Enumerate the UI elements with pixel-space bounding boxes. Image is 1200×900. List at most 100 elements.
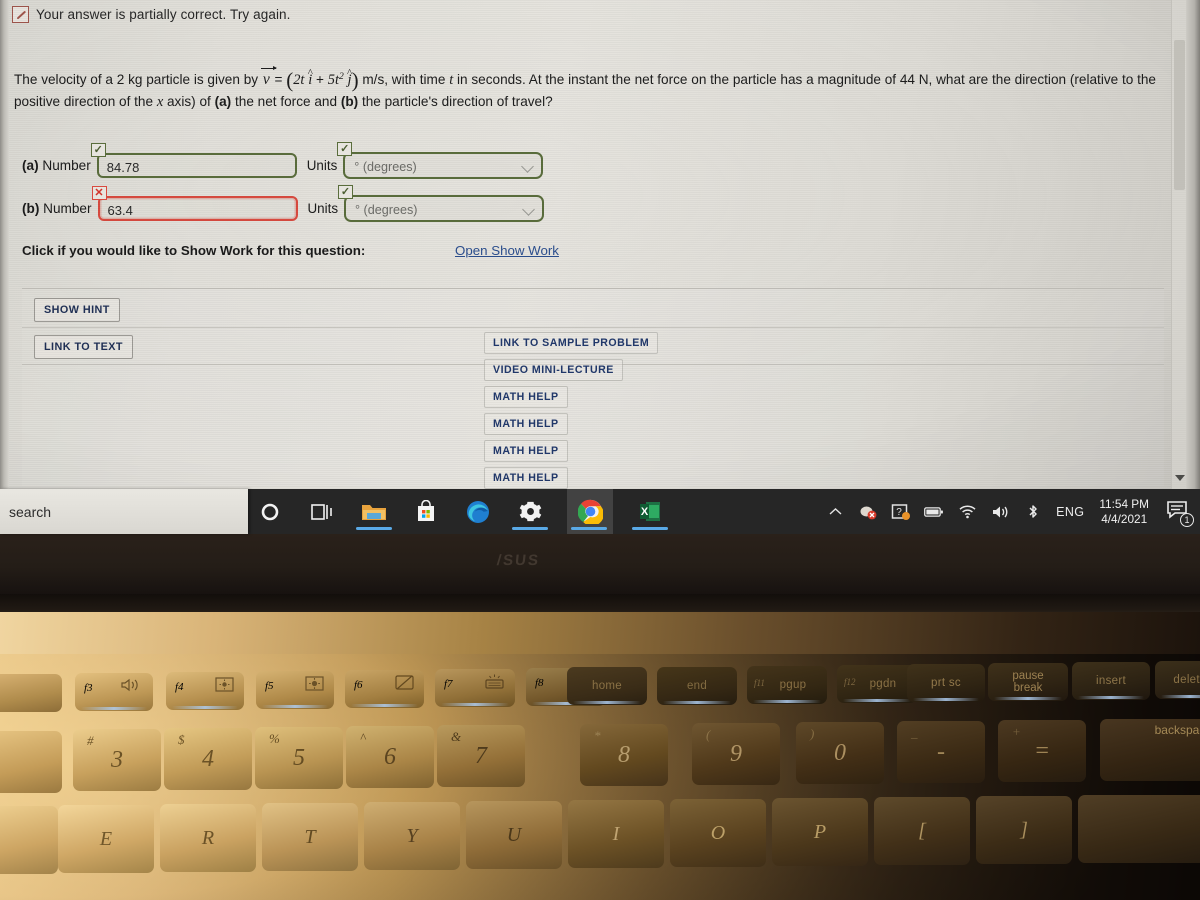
- key-8[interactable]: * 8: [580, 724, 668, 786]
- key-pause-break[interactable]: pause break: [988, 663, 1068, 701]
- math-help-button-2[interactable]: MATH HELP: [484, 413, 568, 435]
- key-pgup[interactable]: f11 pgup: [747, 666, 827, 704]
- answer-b-status-badge: ✕: [91, 186, 107, 200]
- key-end[interactable]: end: [657, 667, 737, 705]
- key-f7[interactable]: f7: [435, 669, 515, 707]
- math-help-button-1[interactable]: MATH HELP: [484, 386, 568, 408]
- key-f8-label: f8: [535, 677, 544, 689]
- key-9-symbol: (: [706, 727, 711, 742]
- key-bracket-right[interactable]: ]: [976, 796, 1072, 864]
- key-t-label: T: [304, 825, 316, 848]
- key-f4[interactable]: f4: [166, 672, 244, 710]
- microsoft-edge-icon[interactable]: [463, 489, 493, 534]
- key-backslash[interactable]: [1078, 795, 1200, 863]
- key-r[interactable]: R: [160, 804, 256, 872]
- google-chrome-icon[interactable]: [567, 489, 613, 534]
- language-indicator[interactable]: ENG: [1056, 505, 1084, 519]
- brightness-down-icon: [215, 677, 234, 695]
- answer-a-field-wrap: ✓ 84.78: [90, 143, 297, 178]
- microsoft-store-icon[interactable]: [411, 489, 441, 534]
- notification-center-icon[interactable]: 1: [1166, 499, 1194, 527]
- key-7[interactable]: & 7: [437, 725, 525, 787]
- key-pgdn[interactable]: f12 pgdn: [837, 665, 917, 703]
- file-explorer-icon[interactable]: [356, 489, 392, 534]
- key-0[interactable]: ) 0: [796, 722, 884, 784]
- key-f6-label: f6: [354, 679, 363, 691]
- taskbar-search-input[interactable]: search: [0, 489, 248, 534]
- key-6[interactable]: ^ 6: [346, 726, 434, 788]
- problem-text-b: m/s, with time: [358, 72, 450, 87]
- task-view-icon[interactable]: [307, 489, 337, 534]
- security-icon[interactable]: [858, 502, 878, 522]
- problem-part-a-label: (a): [214, 94, 232, 109]
- key-4[interactable]: $ 4: [164, 728, 252, 790]
- key-3-label: 3: [111, 746, 123, 773]
- key-5[interactable]: % 5: [255, 727, 343, 789]
- show-hint-button[interactable]: SHOW HINT: [34, 298, 120, 322]
- chevron-up-icon[interactable]: [825, 502, 845, 522]
- key-f6[interactable]: f6: [345, 670, 424, 708]
- velocity-vector-symbol: v: [262, 71, 270, 88]
- key-minus-label: -: [937, 738, 945, 765]
- key-9[interactable]: ( 9: [692, 723, 780, 785]
- key-r-label: R: [201, 826, 215, 849]
- key-backlight-glow: [913, 698, 979, 701]
- wifi-icon[interactable]: [957, 502, 977, 522]
- key-bracket-left-label: [: [918, 819, 926, 842]
- key-f3[interactable]: f3: [75, 673, 153, 711]
- microsoft-excel-icon[interactable]: X: [632, 489, 668, 534]
- expr-close-paren: ): [351, 68, 359, 92]
- key-print-screen[interactable]: prt sc: [907, 664, 985, 702]
- link-to-text-button[interactable]: LINK TO TEXT: [34, 335, 133, 359]
- page-scrollbar[interactable]: [1171, 0, 1186, 489]
- key-f2[interactable]: [0, 674, 62, 712]
- key-y-label: Y: [406, 824, 418, 847]
- clock-date: 4/4/2021: [1101, 511, 1148, 526]
- key-delete[interactable]: delete: [1155, 661, 1200, 699]
- key-i[interactable]: I: [568, 800, 664, 868]
- bluetooth-icon[interactable]: [1023, 502, 1043, 522]
- key-minus[interactable]: _ -: [897, 721, 985, 783]
- taskbar-clock[interactable]: 11:54 PM 4/4/2021: [1099, 497, 1149, 527]
- key-3[interactable]: # 3: [73, 729, 161, 791]
- answer-row-b: (b) Number ✕ 63.4 Units ✓ ° (degrees): [22, 185, 545, 222]
- volume-icon[interactable]: [990, 502, 1010, 522]
- key-equals[interactable]: + =: [998, 720, 1086, 782]
- key-f5-label: f5: [265, 680, 274, 692]
- key-insert[interactable]: insert: [1072, 662, 1150, 700]
- problem-text-d: axis) of: [163, 94, 215, 109]
- key-p[interactable]: P: [772, 798, 868, 866]
- answer-b-units-select[interactable]: ° (degrees): [344, 195, 545, 222]
- answer-a-word: Number: [42, 158, 91, 173]
- answer-b-number-input[interactable]: 63.4: [97, 196, 298, 221]
- key-f5[interactable]: f5: [256, 671, 334, 709]
- scroll-down-arrow-icon[interactable]: [1175, 475, 1185, 481]
- taskbar-active-indicator: [356, 527, 392, 530]
- scrollbar-thumb[interactable]: [1174, 40, 1185, 190]
- problem-equals: =: [274, 72, 283, 87]
- key-e[interactable]: E: [58, 805, 154, 873]
- screen-left-edge: [0, 0, 9, 489]
- video-mini-lecture-button[interactable]: VIDEO MINI-LECTURE: [484, 359, 623, 381]
- unit-vector-i: i: [308, 72, 312, 88]
- link-to-sample-problem-button[interactable]: LINK TO SAMPLE PROBLEM: [484, 332, 659, 354]
- key-f7-label: f7: [444, 678, 453, 690]
- key-backspace[interactable]: backspace: [1100, 719, 1200, 781]
- key-t[interactable]: T: [262, 803, 358, 871]
- math-help-button-3[interactable]: MATH HELP: [484, 440, 568, 462]
- key-w[interactable]: [0, 806, 58, 874]
- settings-gear-icon[interactable]: [512, 489, 548, 534]
- key-home[interactable]: home: [567, 667, 647, 705]
- battery-icon[interactable]: [924, 502, 944, 522]
- onedrive-icon[interactable]: ?: [891, 502, 911, 522]
- open-show-work-link[interactable]: Open Show Work: [455, 243, 559, 258]
- key-bracket-left[interactable]: [: [874, 797, 970, 865]
- cortana-icon[interactable]: [255, 489, 285, 534]
- key-y[interactable]: Y: [364, 802, 460, 870]
- key-o[interactable]: O: [670, 799, 766, 867]
- answer-a-units-select[interactable]: ° (degrees): [343, 152, 544, 179]
- answer-a-number-input[interactable]: 84.78: [96, 153, 297, 178]
- math-help-button-4[interactable]: MATH HELP: [484, 467, 568, 489]
- key-u[interactable]: U: [466, 801, 562, 869]
- key-2[interactable]: [0, 731, 62, 793]
